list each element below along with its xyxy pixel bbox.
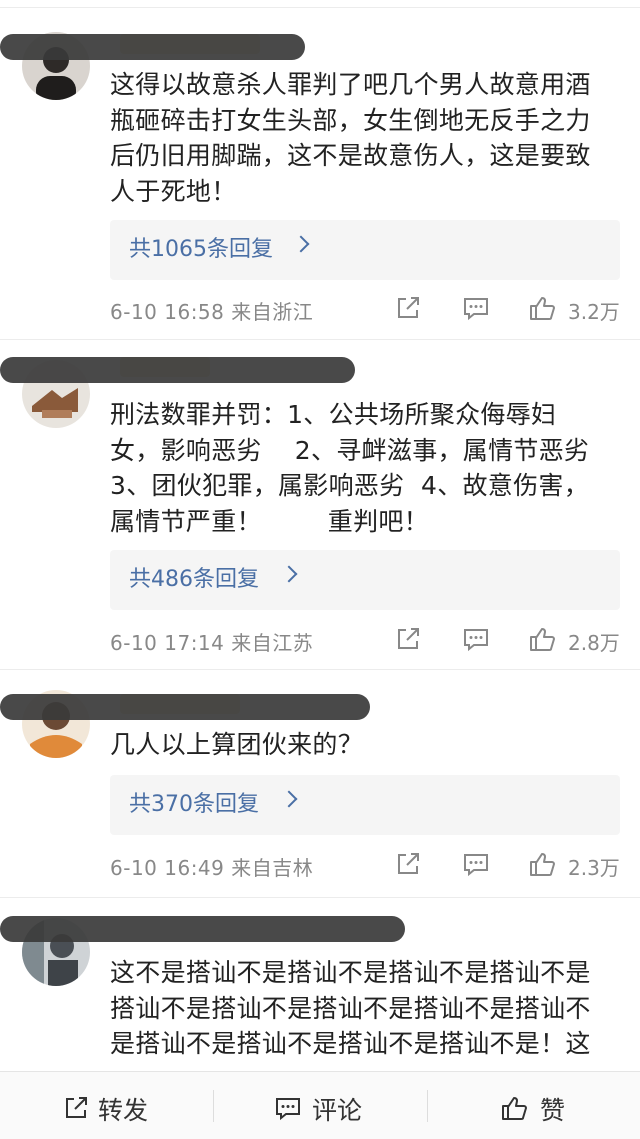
- like-label: 赞: [540, 1096, 566, 1125]
- chevron-right-icon: [292, 235, 310, 253]
- thumbs-up-icon[interactable]: [528, 625, 556, 653]
- redaction-mark: [0, 34, 305, 60]
- like-button[interactable]: 赞: [428, 1072, 640, 1139]
- top-divider: [0, 0, 640, 8]
- comment-date-location: 6-10 16:58 来自浙江: [110, 300, 314, 324]
- comment-item: 这得以故意杀人罪判了吧几个男人故意用酒 瓶砸碎击打女生头部，女生倒地无反手之力 …: [0, 8, 640, 340]
- repost-icon[interactable]: [394, 625, 422, 653]
- comment-date-location: 6-10 16:49 来自吉林: [110, 856, 314, 880]
- view-replies-button[interactable]: 共370条回复: [110, 775, 620, 835]
- username-redacted[interactable]: [0, 353, 355, 387]
- comment-date-location: 6-10 17:14 来自江苏: [110, 631, 314, 655]
- chevron-right-icon: [280, 790, 298, 808]
- comment-text: 几人以上算团伙来的？: [110, 730, 364, 759]
- comment-icon[interactable]: [462, 625, 490, 653]
- repost-icon[interactable]: [394, 294, 422, 322]
- reply-count: 共1065条回复: [129, 237, 273, 262]
- comment-text: 刑法数罪并罚：1、公共场所聚众侮辱妇 女，影响恶劣 2、寻衅滋事，属情节恶劣 3…: [110, 400, 590, 536]
- comment-label: 评论: [312, 1096, 363, 1125]
- repost-label: 转发: [98, 1096, 149, 1125]
- repost-icon[interactable]: [394, 850, 422, 878]
- repost-icon: [66, 1097, 87, 1118]
- bottom-action-bar: 转发 评论 赞: [0, 1071, 640, 1139]
- redaction-mark: [0, 694, 370, 720]
- comment-meta: 6-10 17:14 来自江苏 2.8万: [110, 625, 620, 655]
- redaction-mark: [0, 357, 355, 383]
- view-replies-button[interactable]: 共486条回复: [110, 550, 620, 610]
- comment-item: 几人以上算团伙来的？ 共370条回复 6-10 16:49 来自吉林 2.3万: [0, 670, 640, 898]
- thumbs-up-icon[interactable]: [528, 294, 556, 322]
- like-count: 3.2万: [568, 300, 620, 324]
- comment-text: 这不是搭讪不是搭讪不是搭讪不是搭讪不是 搭讪不是搭讪不是搭讪不是搭讪不是搭讪不 …: [110, 958, 591, 1058]
- comment-icon[interactable]: [462, 294, 490, 322]
- repost-button[interactable]: 转发: [0, 1072, 213, 1139]
- comment-item: 这不是搭讪不是搭讪不是搭讪不是搭讪不是 搭讪不是搭讪不是搭讪不是搭讪不是搭讪不 …: [0, 898, 640, 1071]
- thumbs-up-icon[interactable]: [528, 850, 556, 878]
- reply-count: 共370条回复: [129, 792, 259, 817]
- comment-meta: 6-10 16:58 来自浙江 3.2万: [110, 294, 620, 324]
- thumbs-up-icon: [502, 1097, 527, 1120]
- username-redacted[interactable]: [0, 30, 310, 64]
- chevron-right-icon: [280, 565, 298, 583]
- comment-icon: [276, 1098, 300, 1121]
- like-count: 2.3万: [568, 856, 620, 880]
- comment-icon[interactable]: [462, 850, 490, 878]
- comment-meta: 6-10 16:49 来自吉林 2.3万: [110, 850, 620, 880]
- view-replies-button[interactable]: 共1065条回复: [110, 220, 620, 280]
- username-redacted[interactable]: [0, 912, 405, 946]
- comment-item: 刑法数罪并罚：1、公共场所聚众侮辱妇 女，影响恶劣 2、寻衅滋事，属情节恶劣 3…: [0, 340, 640, 670]
- comment-text: 这得以故意杀人罪判了吧几个男人故意用酒 瓶砸碎击打女生头部，女生倒地无反手之力 …: [110, 70, 591, 206]
- like-count: 2.8万: [568, 631, 620, 655]
- redaction-mark: [0, 916, 405, 942]
- comment-button[interactable]: 评论: [214, 1072, 427, 1139]
- username-redacted[interactable]: [0, 690, 370, 724]
- reply-count: 共486条回复: [129, 567, 259, 592]
